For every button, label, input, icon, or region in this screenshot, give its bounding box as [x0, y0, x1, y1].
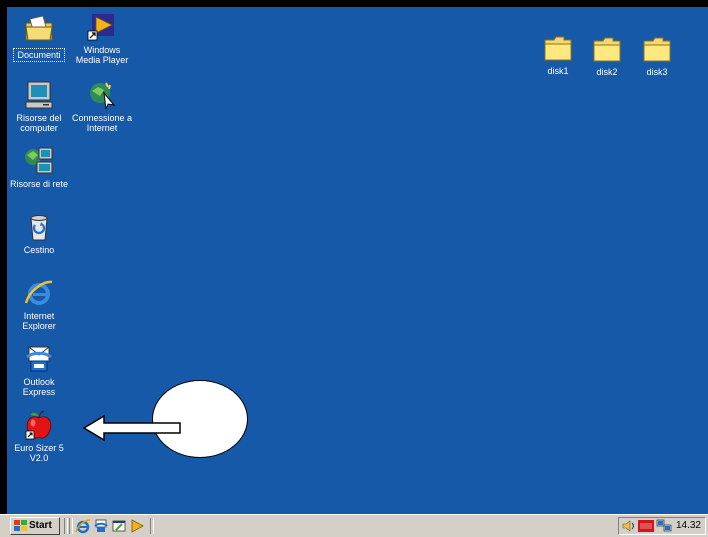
internet-connection-icon [90, 82, 116, 110]
media-player-icon [87, 14, 114, 41]
outlook-express-icon[interactable] [93, 518, 109, 534]
apple-app-icon [25, 410, 52, 440]
desktop-icon-label: Outlook Express [22, 377, 56, 397]
callout-arrow-icon [82, 414, 181, 442]
desktop-icon-label: Connessione a Internet [71, 113, 133, 133]
media-player-icon[interactable] [129, 518, 145, 534]
desktop-icon-internet-connection[interactable]: Connessione a Internet [64, 79, 140, 133]
clock[interactable]: 14.32 [676, 520, 701, 532]
folder-label: disk3 [646, 67, 668, 77]
start-button[interactable]: Start [10, 517, 60, 535]
volume-icon[interactable] [622, 519, 636, 533]
system-tray: 14.32 [618, 517, 706, 535]
desktop-icon-euro-sizer[interactable]: Euro Sizer 5 V2.0 [7, 409, 77, 463]
internet-explorer-icon[interactable] [75, 518, 91, 534]
taskbar-separator [64, 518, 68, 534]
internet-explorer-icon [24, 280, 53, 305]
recycle-bin-icon [30, 215, 48, 241]
folder-icon [643, 37, 671, 62]
desktop-icon-outlook-express[interactable]: Outlook Express [7, 343, 77, 397]
desktop-icon-media-player[interactable]: Windows Media Player [64, 11, 140, 65]
desktop-folder-disk3[interactable]: disk3 [619, 33, 695, 77]
taskbar-separator [69, 518, 73, 534]
desktop-icon-label: Internet Explorer [22, 311, 56, 331]
taskbar-separator [150, 518, 154, 534]
network-tray-icon[interactable] [656, 519, 672, 533]
desktop-icon-label: Cestino [23, 245, 55, 255]
show-desktop-icon[interactable] [111, 518, 127, 534]
my-computer-icon [25, 81, 53, 109]
windows-logo-icon [14, 520, 27, 531]
desktop-icon-label: Risorse di rete [9, 179, 69, 189]
ati-icon[interactable] [638, 519, 654, 533]
desktop-icon-internet-explorer[interactable]: Internet Explorer [7, 277, 77, 331]
desktop-icon-label: Documenti [13, 48, 65, 62]
desktop-icon-network[interactable]: Risorse di rete [7, 145, 77, 189]
desktop-icon-label: Windows Media Player [75, 45, 129, 65]
outlook-express-icon [26, 346, 52, 372]
taskbar: Start 14.32 [0, 514, 708, 537]
desktop-icon-recycle-bin[interactable]: Cestino [7, 211, 77, 255]
documents-folder-icon [25, 15, 53, 41]
desktop-icon-label: Euro Sizer 5 V2.0 [14, 443, 64, 463]
network-icon [25, 147, 53, 174]
start-label: Start [29, 520, 52, 531]
